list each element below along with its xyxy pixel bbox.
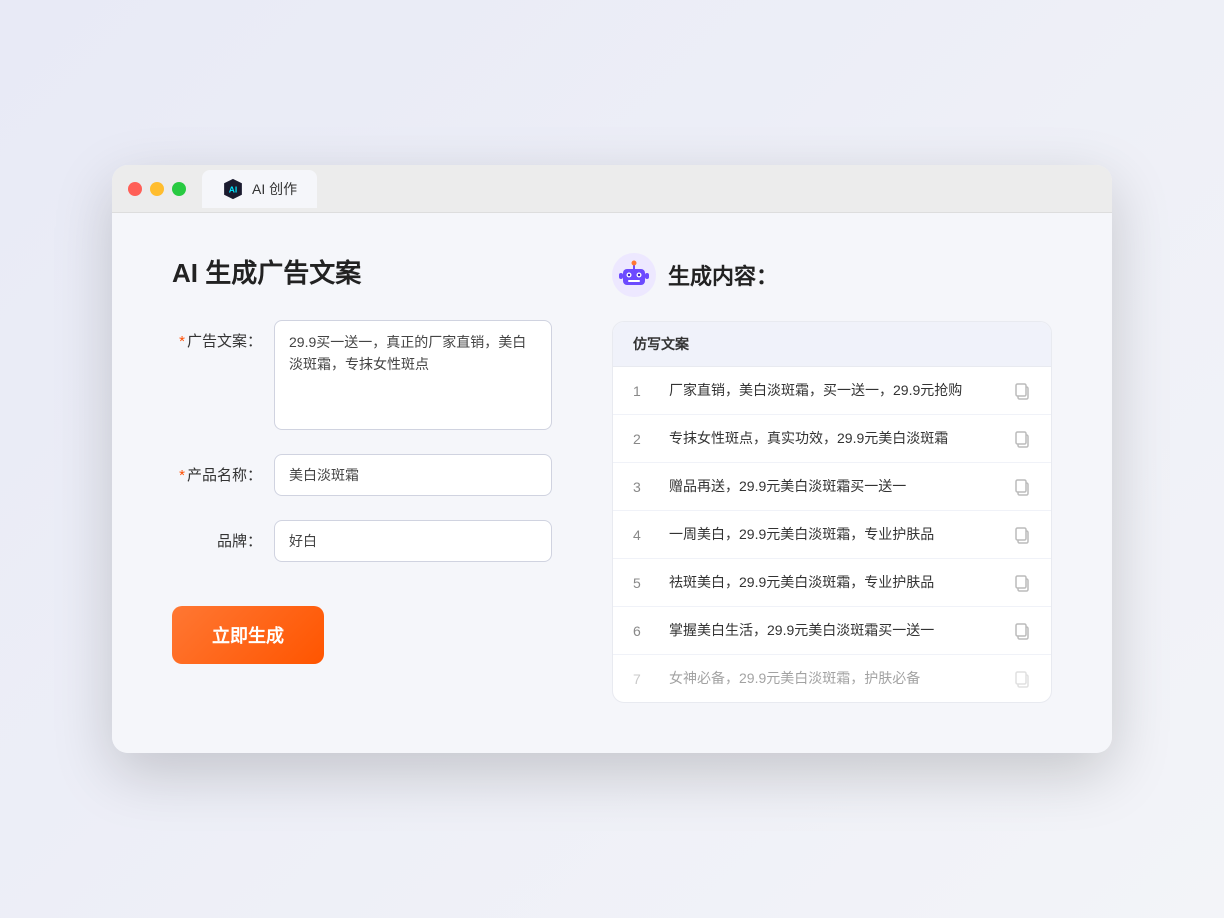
- row-number: 1: [633, 383, 653, 399]
- ai-icon: AI: [222, 178, 244, 200]
- copy-button[interactable]: [1013, 622, 1031, 640]
- active-tab[interactable]: AI AI 创作: [202, 170, 317, 208]
- browser-content: AI 生成广告文案 *广告文案： 29.9买一送一，真正的厂家直销，美白淡斑霜，…: [112, 213, 1112, 753]
- copy-button[interactable]: [1013, 478, 1031, 496]
- page-title: AI 生成广告文案: [172, 253, 552, 290]
- result-title: 生成内容：: [668, 259, 778, 291]
- product-name-required: *: [179, 467, 185, 484]
- row-number: 6: [633, 623, 653, 639]
- table-header: 仿写文案: [613, 322, 1051, 367]
- row-text: 厂家直销，美白淡斑霜，买一送一，29.9元抢购: [669, 380, 997, 401]
- brand-row: 品牌：: [172, 520, 552, 562]
- result-table: 仿写文案 1 厂家直销，美白淡斑霜，买一送一，29.9元抢购 2 专抹女性斑点，真实…: [612, 321, 1052, 703]
- row-text: 赠品再送，29.9元美白淡斑霜买一送一: [669, 476, 997, 497]
- table-row: 4 一周美白，29.9元美白淡斑霜，专业护肤品: [613, 511, 1051, 559]
- minimize-button[interactable]: [150, 182, 164, 196]
- copy-button[interactable]: [1013, 670, 1031, 688]
- row-number: 7: [633, 671, 653, 687]
- generate-button[interactable]: 立即生成: [172, 606, 324, 664]
- copy-button[interactable]: [1013, 430, 1031, 448]
- copy-button[interactable]: [1013, 574, 1031, 592]
- row-number: 3: [633, 479, 653, 495]
- row-number: 5: [633, 575, 653, 591]
- browser-window: AI AI 创作 AI 生成广告文案 *广告文案： 29.9买一送一，真正的厂家…: [112, 165, 1112, 753]
- table-row: 1 厂家直销，美白淡斑霜，买一送一，29.9元抢购: [613, 367, 1051, 415]
- row-text: 一周美白，29.9元美白淡斑霜，专业护肤品: [669, 524, 997, 545]
- copy-button[interactable]: [1013, 382, 1031, 400]
- result-header: 生成内容：: [612, 253, 1052, 297]
- table-row: 6 掌握美白生活，29.9元美白淡斑霜买一送一: [613, 607, 1051, 655]
- product-name-row: *产品名称：: [172, 454, 552, 496]
- brand-label: 品牌：: [172, 520, 262, 551]
- titlebar: AI AI 创作: [112, 165, 1112, 213]
- row-text: 女神必备，29.9元美白淡斑霜，护肤必备: [669, 668, 997, 689]
- row-text: 祛斑美白，29.9元美白淡斑霜，专业护肤品: [669, 572, 997, 593]
- row-text: 掌握美白生活，29.9元美白淡斑霜买一送一: [669, 620, 997, 641]
- traffic-lights: [128, 182, 186, 196]
- left-panel: AI 生成广告文案 *广告文案： 29.9买一送一，真正的厂家直销，美白淡斑霜，…: [172, 253, 552, 703]
- svg-text:AI: AI: [229, 184, 238, 194]
- ad-copy-label: *广告文案：: [172, 320, 262, 351]
- product-name-label: *产品名称：: [172, 454, 262, 485]
- table-row: 7 女神必备，29.9元美白淡斑霜，护肤必备: [613, 655, 1051, 702]
- ad-copy-required: *: [179, 333, 185, 350]
- brand-input[interactable]: [274, 520, 552, 562]
- row-number: 2: [633, 431, 653, 447]
- row-number: 4: [633, 527, 653, 543]
- right-panel: 生成内容： 仿写文案 1 厂家直销，美白淡斑霜，买一送一，29.9元抢购 2 专抹女…: [612, 253, 1052, 703]
- copy-button[interactable]: [1013, 526, 1031, 544]
- results-list: 1 厂家直销，美白淡斑霜，买一送一，29.9元抢购 2 专抹女性斑点，真实功效，29…: [613, 367, 1051, 702]
- robot-icon: [612, 253, 656, 297]
- product-name-input[interactable]: [274, 454, 552, 496]
- maximize-button[interactable]: [172, 182, 186, 196]
- main-layout: AI 生成广告文案 *广告文案： 29.9买一送一，真正的厂家直销，美白淡斑霜，…: [172, 253, 1052, 703]
- table-row: 3 赠品再送，29.9元美白淡斑霜买一送一: [613, 463, 1051, 511]
- ad-copy-input[interactable]: 29.9买一送一，真正的厂家直销，美白淡斑霜，专抹女性斑点: [274, 320, 552, 430]
- row-text: 专抹女性斑点，真实功效，29.9元美白淡斑霜: [669, 428, 997, 449]
- close-button[interactable]: [128, 182, 142, 196]
- table-row: 5 祛斑美白，29.9元美白淡斑霜，专业护肤品: [613, 559, 1051, 607]
- table-row: 2 专抹女性斑点，真实功效，29.9元美白淡斑霜: [613, 415, 1051, 463]
- ad-copy-row: *广告文案： 29.9买一送一，真正的厂家直销，美白淡斑霜，专抹女性斑点: [172, 320, 552, 430]
- tab-label: AI 创作: [252, 179, 297, 199]
